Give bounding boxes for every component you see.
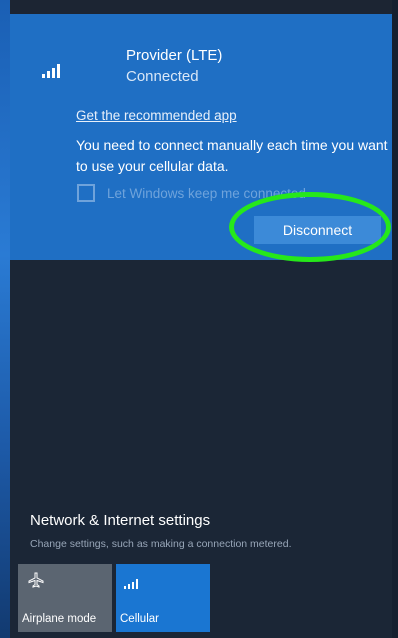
network-settings-link[interactable]: Network & Internet settings bbox=[30, 512, 210, 529]
airplane-mode-tile[interactable]: Airplane mode bbox=[18, 564, 112, 632]
connection-name: Provider (LTE) bbox=[126, 47, 223, 64]
network-settings-description: Change settings, such as making a connec… bbox=[30, 538, 292, 550]
cellular-signal-icon bbox=[42, 64, 64, 78]
cellular-signal-icon bbox=[124, 579, 138, 589]
flyout-top-edge bbox=[10, 0, 392, 14]
cellular-label: Cellular bbox=[120, 613, 159, 625]
auto-connect-label[interactable]: Let Windows keep me connected bbox=[107, 186, 306, 201]
manual-connect-note: You need to connect manually each time y… bbox=[76, 137, 388, 174]
airplane-icon bbox=[28, 572, 44, 592]
disconnect-button[interactable]: Disconnect bbox=[254, 216, 381, 244]
connection-status: Connected bbox=[126, 68, 199, 85]
airplane-mode-label: Airplane mode bbox=[22, 613, 97, 625]
recommended-app-link[interactable]: Get the recommended app bbox=[76, 108, 237, 123]
auto-connect-checkbox[interactable] bbox=[77, 184, 95, 202]
desktop-edge-right bbox=[392, 0, 398, 638]
desktop-edge bbox=[0, 0, 10, 638]
cellular-tile[interactable]: Cellular bbox=[116, 564, 210, 632]
